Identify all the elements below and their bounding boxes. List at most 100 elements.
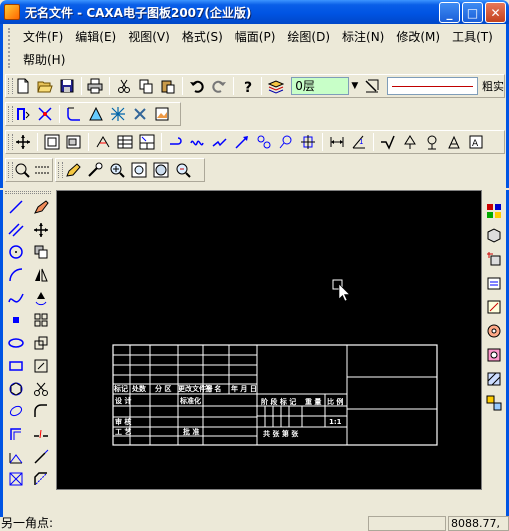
undo-icon[interactable] <box>186 76 208 96</box>
wave-curve-icon[interactable] <box>187 132 209 152</box>
image-icon[interactable] <box>151 104 173 124</box>
polyline-join-icon[interactable] <box>12 104 34 124</box>
menu-dimension[interactable]: 标注(N) <box>336 28 390 46</box>
menu-file[interactable]: 文件(F) <box>17 28 69 46</box>
menu-modify[interactable]: 修改(M) <box>390 28 446 46</box>
angle-dimension-icon[interactable]: 1 <box>348 132 370 152</box>
grid-toggle-icon[interactable] <box>32 160 52 180</box>
zoom-window-icon[interactable] <box>128 160 150 180</box>
window-zoom-icon[interactable] <box>41 132 63 152</box>
maximize-button[interactable]: □ <box>462 2 483 23</box>
zoom-in-icon[interactable] <box>106 160 128 180</box>
minimize-button[interactable]: _ <box>439 2 460 23</box>
chamfer-icon[interactable] <box>30 468 52 490</box>
chevron-down-icon[interactable]: ▼ <box>349 77 361 95</box>
menu-edit[interactable]: 编辑(E) <box>69 28 122 46</box>
array-icon[interactable] <box>30 309 52 331</box>
menu-help[interactable]: 帮助(H) <box>17 51 71 69</box>
cut-icon[interactable] <box>113 76 135 96</box>
equidistant-line-icon[interactable] <box>5 423 27 445</box>
chain-icon[interactable] <box>253 132 275 152</box>
redo-icon[interactable] <box>208 76 230 96</box>
menu-view[interactable]: 视图(V) <box>122 28 176 46</box>
scissors-trim-icon[interactable] <box>30 378 52 400</box>
hatch-icon[interactable] <box>5 446 27 468</box>
fill-icon[interactable] <box>5 468 27 490</box>
attribute-icon[interactable] <box>483 296 505 318</box>
title-block-icon[interactable] <box>136 132 158 152</box>
menu-tools[interactable]: 工具(T) <box>446 28 499 46</box>
weld-icon[interactable] <box>421 132 443 152</box>
pan-move-icon[interactable] <box>12 132 34 152</box>
title-bar[interactable]: 无名文件 - CAXA电子图板2007(企业版) _ □ ✕ <box>0 0 509 24</box>
scale-object-icon[interactable] <box>129 104 151 124</box>
stretch-icon[interactable] <box>30 355 52 377</box>
dimension-style-icon[interactable] <box>92 132 114 152</box>
round-corner-icon[interactable] <box>30 400 52 422</box>
toolbar-grip[interactable] <box>5 191 51 194</box>
menu-sheet[interactable]: 幅面(P) <box>229 28 282 46</box>
menu-draw[interactable]: 绘图(D) <box>281 28 336 46</box>
frame-view-icon[interactable] <box>63 132 85 152</box>
scale-icon[interactable] <box>30 332 52 354</box>
point-icon[interactable] <box>5 309 27 331</box>
help-question-icon[interactable]: ? <box>237 76 259 96</box>
save-disk-icon[interactable] <box>56 76 78 96</box>
block-create-icon[interactable] <box>483 200 505 222</box>
library-settings-icon[interactable] <box>483 344 505 366</box>
redraw-pencil-icon[interactable] <box>62 160 84 180</box>
datum-icon[interactable] <box>399 132 421 152</box>
fillet-icon[interactable] <box>63 104 85 124</box>
spline-icon[interactable] <box>5 287 27 309</box>
copy-select-icon[interactable] <box>30 241 52 263</box>
hatch-triangle-icon[interactable] <box>85 104 107 124</box>
table-icon[interactable] <box>114 132 136 152</box>
menu-format[interactable]: 格式(S) <box>176 28 229 46</box>
library-icon[interactable] <box>483 320 505 342</box>
layer-select[interactable]: 0层 <box>291 77 349 95</box>
balloon-icon[interactable] <box>275 132 297 152</box>
rectangle-icon[interactable] <box>5 355 27 377</box>
move-icon[interactable] <box>30 219 52 241</box>
menu-grip[interactable] <box>8 28 12 68</box>
arc-icon[interactable] <box>5 264 27 286</box>
text-note-icon[interactable]: A <box>465 132 487 152</box>
close-button[interactable]: ✕ <box>485 2 506 23</box>
zoom-all-icon[interactable] <box>150 160 172 180</box>
trim-icon[interactable] <box>34 104 56 124</box>
zoom-previous-icon[interactable] <box>172 160 194 180</box>
drawing-manager-icon[interactable] <box>483 392 505 414</box>
erase-icon[interactable] <box>30 196 52 218</box>
new-file-icon[interactable] <box>12 76 34 96</box>
layer-manager-icon[interactable] <box>265 76 287 96</box>
linetype-select[interactable] <box>386 77 479 95</box>
caxa-app-icon[interactable] <box>4 4 20 20</box>
break-line-icon[interactable] <box>209 132 231 152</box>
polygon-icon[interactable] <box>5 378 27 400</box>
extend-icon[interactable] <box>30 446 52 468</box>
linear-dimension-icon[interactable] <box>326 132 348 152</box>
block-insert-icon[interactable] <box>483 224 505 246</box>
block-explode-icon[interactable] <box>483 248 505 270</box>
line-icon[interactable] <box>5 196 27 218</box>
center-mark-icon[interactable] <box>297 132 319 152</box>
block-edit-icon[interactable] <box>483 272 505 294</box>
rotate-icon[interactable] <box>30 287 52 309</box>
center-line-icon[interactable] <box>5 400 27 422</box>
print-icon[interactable] <box>85 76 107 96</box>
tolerance-icon[interactable] <box>443 132 465 152</box>
ellipse-icon[interactable] <box>5 332 27 354</box>
circle-icon[interactable] <box>5 241 27 263</box>
copy-icon[interactable] <box>135 76 157 96</box>
hook-curve-icon[interactable] <box>165 132 187 152</box>
hatch-pattern-icon[interactable] <box>483 368 505 390</box>
linetype-icon[interactable] <box>361 76 383 96</box>
roughness-icon[interactable] <box>377 132 399 152</box>
snap-point-icon[interactable] <box>12 160 32 180</box>
mirror-icon[interactable] <box>30 264 52 286</box>
pattern-icon[interactable] <box>107 104 129 124</box>
paste-icon[interactable] <box>157 76 179 96</box>
open-folder-icon[interactable] <box>34 76 56 96</box>
parallel-line-icon[interactable] <box>5 219 27 241</box>
drawing-canvas[interactable]: 标记 处数 分 区 更改文件号 签 名 年 月 日 设 计 标准化 阶 段 标 … <box>56 190 482 490</box>
